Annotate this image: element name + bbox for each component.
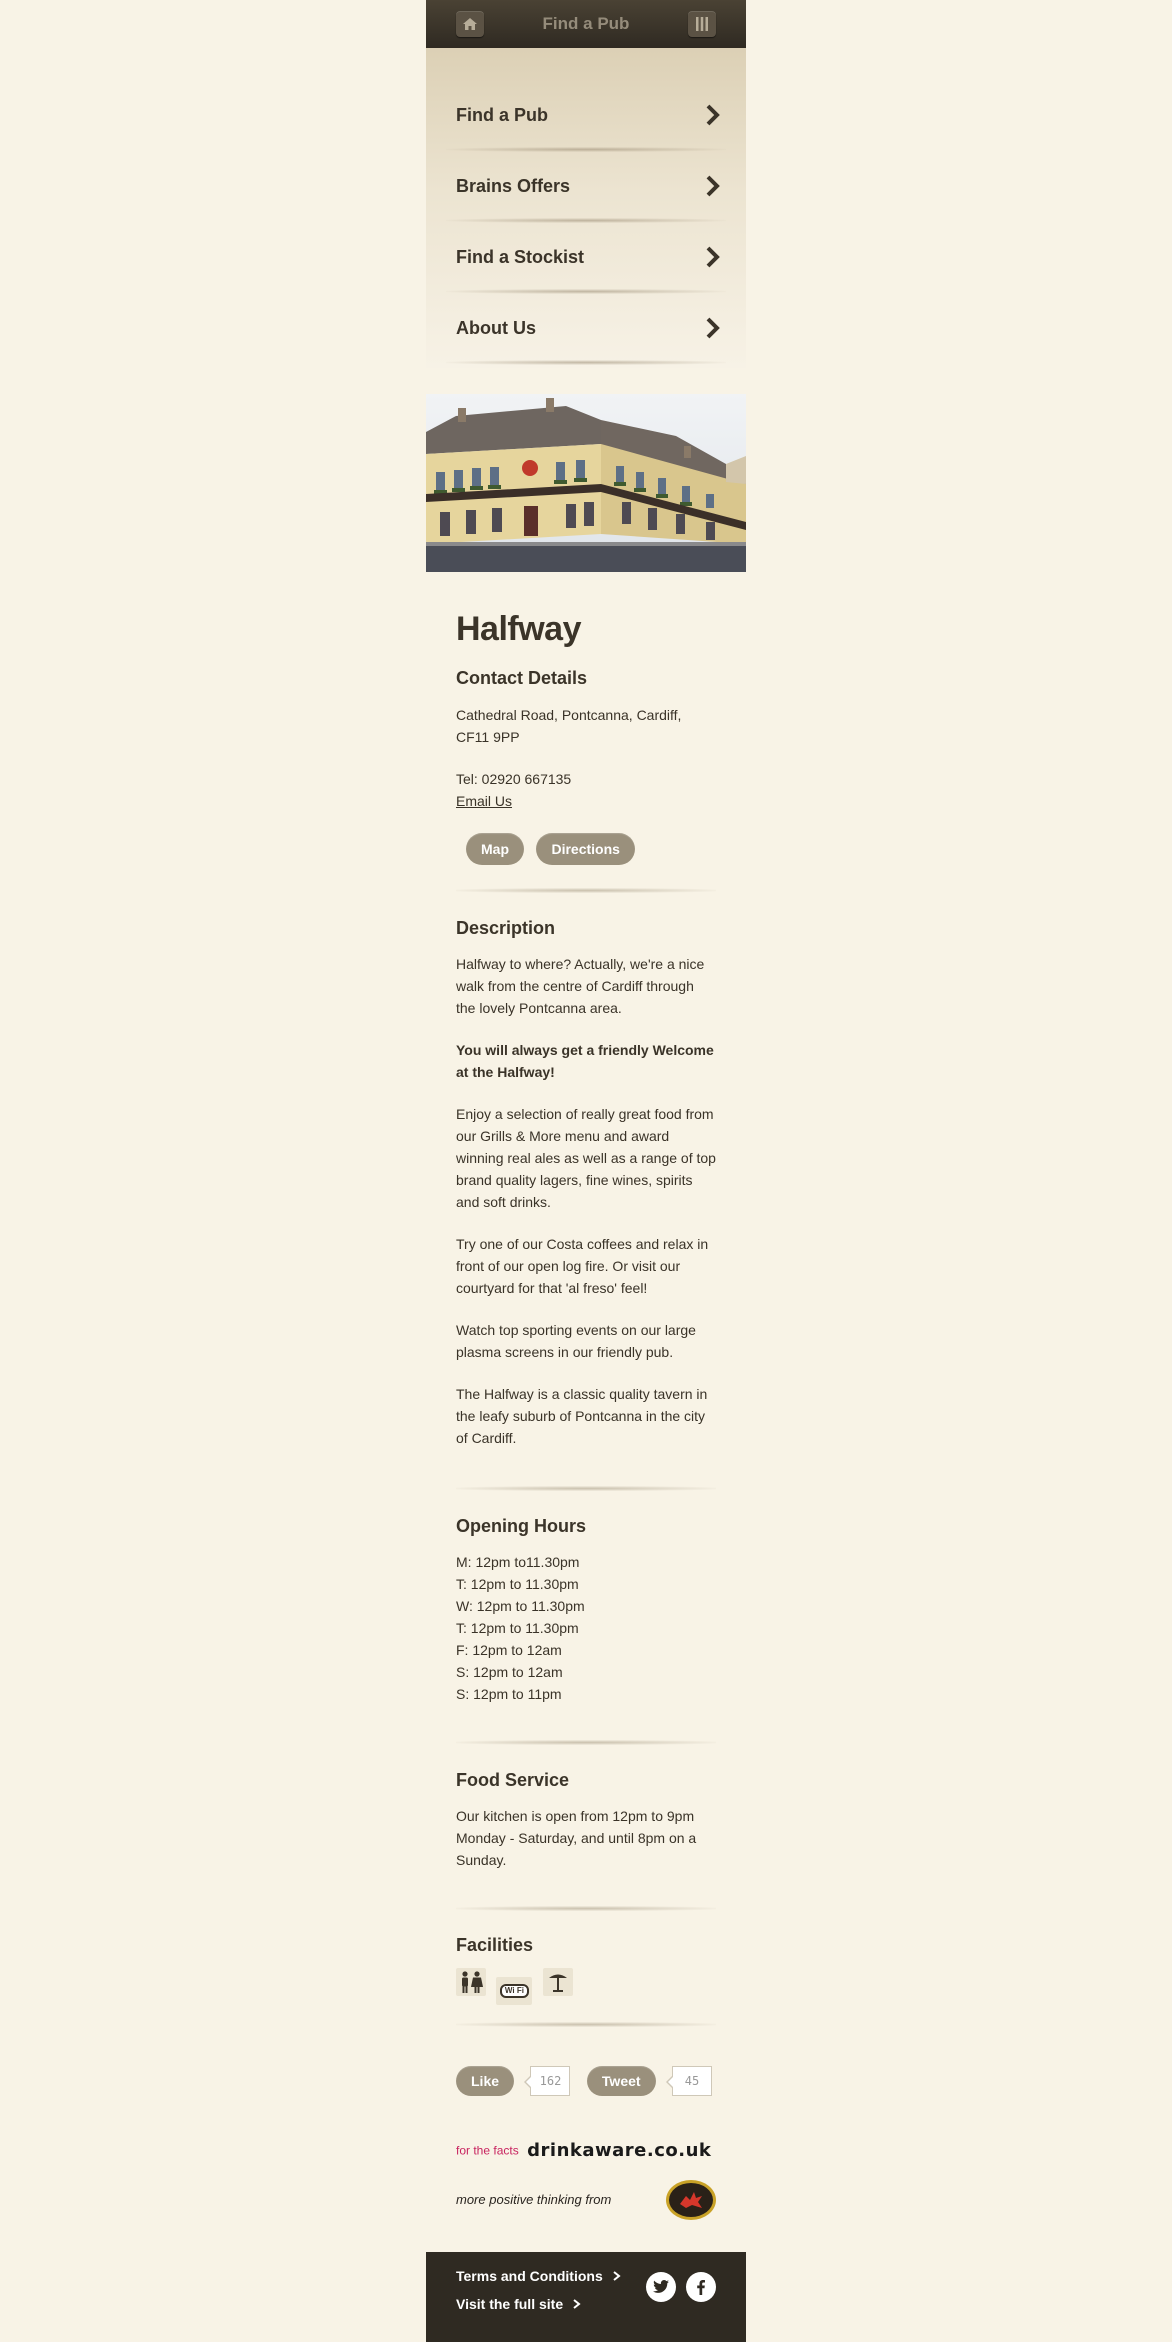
terms-label: Terms and Conditions	[456, 2268, 603, 2284]
food-heading: Food Service	[456, 1770, 570, 1790]
for-the-facts-text: for the facts	[456, 2143, 519, 2158]
pub-photo	[426, 394, 746, 572]
hours-line: T: 12pm to 11.30pm	[456, 1620, 579, 1636]
mobile-page: Find a Pub Find a Pub Brains Offers Find…	[426, 0, 746, 2342]
drinkaware-banner[interactable]: for the facts drinkaware.co.uk	[456, 2140, 716, 2161]
divider	[456, 1740, 716, 1745]
chevron-right-icon	[573, 2299, 581, 2309]
hours-line: M: 12pm to11.30pm	[456, 1554, 580, 1570]
top-bar: Find a Pub	[426, 0, 746, 49]
chevron-right-icon	[706, 104, 720, 126]
hours-line: F: 12pm to 12am	[456, 1642, 562, 1658]
description-paragraph: Enjoy a selection of really great food f…	[456, 1106, 716, 1210]
opening-hours-section: Opening Hours M: 12pm to11.30pm T: 12pm …	[456, 1516, 716, 1705]
nav-item-about-us[interactable]: About Us	[426, 293, 746, 363]
drinkaware-logo: drinkaware.co.uk	[527, 2140, 712, 2161]
food-text: Our kitchen is open from 12pm to 9pm Mon…	[456, 1808, 697, 1868]
like-count: 162	[524, 2066, 571, 2096]
contact-section: Contact Details	[456, 668, 716, 689]
divider	[456, 888, 716, 893]
brains-banner[interactable]: more positive thinking from	[456, 2180, 716, 2222]
menu-button[interactable]	[688, 11, 716, 37]
footer: Terms and Conditions Visit the full site	[426, 2252, 746, 2342]
main-nav: Find a Pub Brains Offers Find a Stockist…	[426, 48, 746, 368]
dragon-icon	[680, 2192, 702, 2208]
home-icon	[463, 18, 477, 30]
header-title: Find a Pub	[542, 14, 630, 33]
brains-logo	[666, 2180, 716, 2220]
food-service-section: Food Service Our kitchen is open from 12…	[456, 1770, 716, 1871]
beer-garden-icon	[542, 1968, 573, 1996]
like-button[interactable]: Like	[456, 2066, 515, 2096]
email-link[interactable]: Email Us	[456, 790, 716, 812]
hours-heading: Opening Hours	[456, 1516, 586, 1536]
menu-icon	[696, 17, 708, 31]
hours-line: W: 12pm to 11.30pm	[456, 1598, 585, 1614]
address-line: Cathedral Road, Pontcanna, Cardiff,	[456, 707, 682, 723]
nav-item-find-a-pub[interactable]: Find a Pub	[426, 80, 746, 150]
facilities-section: Facilities Wi Fi	[456, 1935, 716, 2005]
nav-item-label: Find a Stockist	[456, 246, 585, 267]
family-friendly-icon	[456, 1968, 486, 1996]
page-title: Halfway	[456, 610, 582, 648]
divider	[446, 360, 726, 365]
positive-thinking-text: more positive thinking from	[456, 2192, 612, 2207]
full-site-label: Visit the full site	[456, 2296, 564, 2312]
description-section: Description Halfway to where? Actually, …	[456, 918, 716, 1449]
facebook-icon	[697, 2279, 705, 2295]
home-button[interactable]	[456, 11, 484, 37]
facebook-button[interactable]	[686, 2272, 716, 2302]
chevron-right-icon	[706, 175, 720, 197]
address-line: CF11 9PP	[456, 729, 520, 745]
twitter-button[interactable]	[646, 2272, 676, 2302]
terms-link[interactable]: Terms and Conditions	[456, 2268, 621, 2284]
chevron-right-icon	[706, 317, 720, 339]
nav-item-find-a-stockist[interactable]: Find a Stockist	[426, 222, 746, 292]
hours-line: S: 12pm to 11pm	[456, 1686, 562, 1702]
nav-item-label: Find a Pub	[456, 104, 548, 125]
twitter-icon	[653, 2280, 669, 2293]
description-paragraph: Halfway to where? Actually, we're a nice…	[456, 956, 705, 1016]
divider	[456, 1486, 716, 1491]
address: Cathedral Road, Pontcanna, Cardiff, CF11…	[456, 704, 716, 748]
hours-line: S: 12pm to 12am	[456, 1664, 563, 1680]
divider	[456, 1906, 716, 1911]
description-paragraph: Watch top sporting events on our large p…	[456, 1322, 696, 1360]
nav-item-brains-offers[interactable]: Brains Offers	[426, 151, 746, 221]
description-heading: Description	[456, 918, 556, 938]
chevron-right-icon	[613, 2271, 621, 2281]
hours-line: T: 12pm to 11.30pm	[456, 1576, 579, 1592]
description-paragraph: You will always get a friendly Welcome a…	[456, 1042, 714, 1080]
description-paragraph: Try one of our Costa coffees and relax i…	[456, 1236, 709, 1296]
map-button[interactable]: Map	[466, 833, 524, 865]
facilities-heading: Facilities	[456, 1935, 534, 1955]
social-share: Like 162 Tweet 45	[456, 2066, 716, 2096]
description-paragraph: The Halfway is a classic quality tavern …	[456, 1386, 708, 1446]
tweet-button[interactable]: Tweet	[586, 2066, 656, 2096]
divider	[456, 2022, 716, 2027]
full-site-link[interactable]: Visit the full site	[456, 2296, 581, 2312]
telephone: Tel: 02920 667135	[456, 771, 572, 787]
pub-details: Halfway	[456, 610, 716, 649]
wifi-icon: Wi Fi	[496, 1977, 533, 2005]
nav-item-label: Brains Offers	[456, 175, 571, 196]
action-buttons: Map Directions	[466, 833, 726, 865]
directions-button[interactable]: Directions	[536, 833, 635, 865]
contact-heading: Contact Details	[456, 668, 588, 688]
tweet-count: 45	[666, 2066, 713, 2096]
nav-item-label: About Us	[456, 317, 536, 338]
wifi-badge: Wi Fi	[499, 1984, 529, 1998]
phone-email: Tel: 02920 667135 Email Us	[456, 768, 716, 812]
chevron-right-icon	[706, 246, 720, 268]
